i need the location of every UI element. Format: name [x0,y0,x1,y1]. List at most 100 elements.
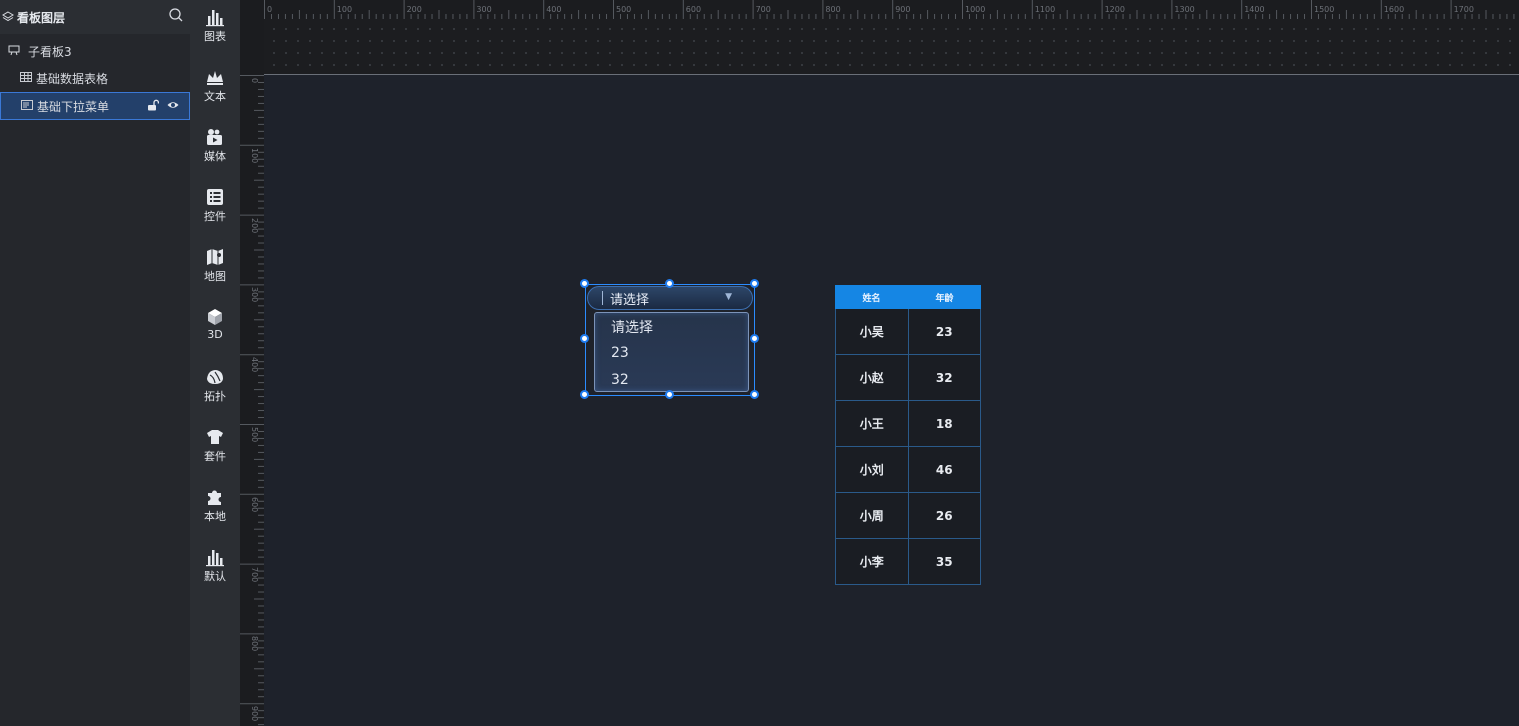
resize-handle-s[interactable] [665,390,674,399]
ruler-label: 100 [250,147,259,164]
layer-item-data-table[interactable]: 基础数据表格 [0,65,190,91]
table-row: 小刘 46 [835,447,981,493]
caret-down-icon[interactable]: ▼ [725,292,732,302]
ruler-label: 1300 [1174,5,1195,14]
ruler-label: 0 [267,5,273,14]
resize-handle-nw[interactable] [580,279,589,288]
resize-handle-sw[interactable] [580,390,589,399]
ruler-label: 1500 [1314,5,1335,14]
comp-control[interactable]: 控件 [190,187,240,231]
ruler-label: 700 [250,566,259,582]
comp-label: 地图 [204,270,226,283]
dropdown-option[interactable]: 23 [611,345,629,361]
layer-item-label: 基础数据表格 [36,71,109,86]
ruler-label: 700 [755,5,771,14]
layer-item-sub-board[interactable]: 子看板3 [0,38,190,64]
table-cell: 32 [935,370,953,385]
components-sidebar: 图表 文本 媒体 控件 地图 3D 拓扑 套件 本地 默认 [190,0,240,726]
comp-text[interactable]: 文本 [190,67,240,111]
table-header-cell: 年龄 [935,293,954,304]
layer-item-label: 基础下拉菜单 [37,99,110,114]
comp-media[interactable]: 媒体 [190,127,240,171]
table-row: 小周 26 [835,493,981,539]
comp-topology[interactable]: 拓扑 [190,367,240,411]
layer-item-label: 子看板3 [28,44,72,59]
ruler-label: 800 [825,5,841,14]
ruler-label: 1000 [965,5,986,14]
horizontal-ruler[interactable]: 0 100 200 300 400 500 600 700 800 900 1000 1100 1200… [264,0,1519,19]
ruler-label: 500 [616,5,632,14]
table-cell: 小李 [836,539,909,584]
dropdown-option[interactable]: 请选择 [611,317,653,337]
layer-item-dropdown[interactable]: 基础下拉菜单 [0,92,190,120]
ruler-label: 1600 [1383,5,1405,14]
ruler-label: 400 [250,357,259,373]
search-icon[interactable] [168,7,184,27]
comp-default[interactable]: 默认 [190,547,240,591]
table-header: 姓名 年龄 [835,285,981,309]
dropdown-option[interactable]: 32 [611,372,629,388]
dropdown-menu: 请选择 23 32 [594,312,749,392]
vertical-ruler[interactable]: 0 100 200 300 400 500 600 700 800 900 [240,19,264,726]
visibility-eye-icon[interactable] [167,99,179,114]
cube-icon [208,309,222,325]
table-cell: 46 [935,462,953,477]
layers-stack-icon [2,8,14,27]
chart-icon [206,10,224,27]
data-table-widget[interactable]: 姓名 年龄 小吴 23 小赵 32 小王 18 小刘 46 小周 26 小李 3… [835,285,981,585]
ruler-label: 900 [895,5,911,14]
table-cell: 小王 [836,401,909,446]
table-cell: 35 [935,554,953,569]
table-cell: 26 [935,508,953,523]
suite-icon [207,430,223,444]
ruler-label: 800 [250,636,259,652]
control-icon [207,189,223,205]
table-cell: 小赵 [836,355,909,400]
unlock-icon[interactable] [147,99,160,114]
resize-handle-ne[interactable] [750,279,759,288]
resize-handle-w[interactable] [580,334,589,343]
comp-label: 套件 [204,450,226,463]
ruler-label: 200 [250,217,259,233]
layers-title: 看板图层 [17,10,66,25]
resize-handle-n[interactable] [665,279,674,288]
table-cell: 小周 [836,493,909,538]
comp-label: 本地 [204,510,226,523]
dropdown-widget[interactable]: 请选择 ▼ 请选择 23 32 [580,279,759,399]
table-cell: 23 [935,324,953,339]
comp-local[interactable]: 本地 [190,487,240,531]
ruler-label: 600 [685,5,702,14]
dropdown-select[interactable]: 请选择 ▼ [587,286,753,310]
table-cell: 18 [935,416,953,431]
canvas-dot-grid [264,19,1519,75]
ruler-label: 1200 [1104,5,1125,14]
ruler-label: 1100 [1034,5,1056,14]
comp-label: 拓扑 [204,390,226,403]
dropdown-icon [21,99,33,114]
map-icon [207,249,223,265]
comp-label: 3D [207,328,223,341]
ruler-label: 600 [250,496,259,513]
guide-line[interactable] [264,74,1519,75]
resize-handle-se[interactable] [750,390,759,399]
table-header-cell: 姓名 [862,293,881,304]
design-canvas[interactable]: 请选择 ▼ 请选择 23 32 姓名 年龄 小吴 23 小赵 32 小王 18 … [264,19,1519,726]
ruler-label: 100 [336,5,353,14]
table-cell: 小刘 [836,447,909,492]
text-caret [602,291,603,305]
comp-map[interactable]: 地图 [190,247,240,291]
ruler-label: 200 [406,5,422,14]
ruler-label: 900 [250,706,259,722]
text-icon [207,71,223,85]
comp-suite[interactable]: 套件 [190,427,240,471]
dashboard-editor: 看板图层 子看板3 基础数据表格 基础下拉菜单 图表 文本 媒体 控件 地图 3… [0,0,1519,726]
table-row: 小赵 32 [835,355,981,401]
comp-3d[interactable]: 3D [190,307,240,351]
dropdown-placeholder: 请选择 [610,292,650,308]
comp-chart[interactable]: 图表 [190,7,240,51]
layers-panel: 看板图层 子看板3 基础数据表格 基础下拉菜单 [0,0,190,726]
comp-label: 默认 [204,570,226,583]
comp-label: 媒体 [204,150,226,163]
resize-handle-e[interactable] [750,334,759,343]
layers-header: 看板图层 [0,0,190,34]
